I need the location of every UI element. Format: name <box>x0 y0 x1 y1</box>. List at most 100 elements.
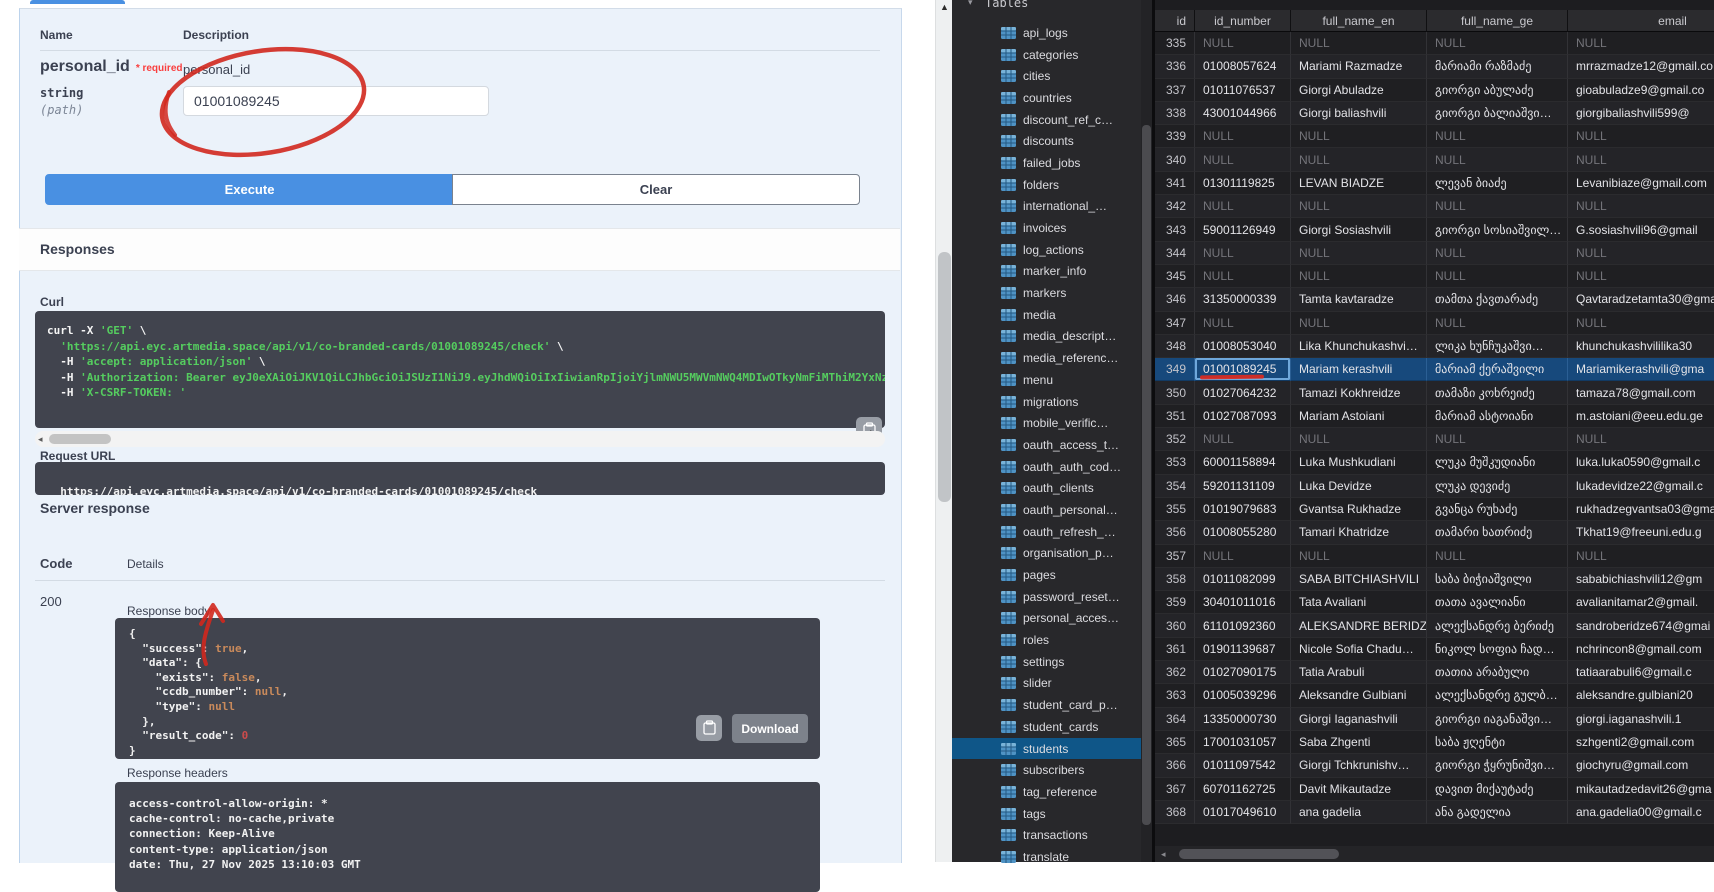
sidebar-table-categories[interactable]: categories <box>952 44 1141 66</box>
grid-cell[interactable]: 348 <box>1155 335 1195 358</box>
sidebar-table-discount_ref_c[interactable]: discount_ref_c… <box>952 109 1141 131</box>
grid-cell[interactable]: 356 <box>1155 521 1195 544</box>
table-row[interactable]: 33843001044966Giorgi baliashviliგიორგი ბ… <box>1155 102 1714 125</box>
sidebar-table-personal_acces[interactable]: personal_acces… <box>952 608 1141 630</box>
grid-cell[interactable]: ლუკა დევიძე <box>1427 475 1568 498</box>
column-header-full_name_en[interactable]: full_name_en <box>1291 10 1427 32</box>
personal-id-input[interactable] <box>183 86 489 116</box>
sidebar-table-translate[interactable]: translate <box>952 846 1141 868</box>
grid-cell[interactable]: საბა ბიჭიაშვილი <box>1427 568 1568 591</box>
sidebar-table-transactions[interactable]: transactions <box>952 824 1141 846</box>
grid-cell[interactable]: Lika Khunchukashvi… <box>1291 335 1427 358</box>
grid-cell[interactable]: 01027064232 <box>1195 381 1291 404</box>
grid-cell[interactable]: mikautadzedavit26@gma <box>1568 778 1714 801</box>
sidebar-table-marker_info[interactable]: marker_info <box>952 261 1141 283</box>
grid-cell[interactable]: 61101092360 <box>1195 614 1291 637</box>
grid-cell[interactable]: 17001031057 <box>1195 731 1291 754</box>
grid-cell[interactable]: მარიამ ასტოიანი <box>1427 405 1568 428</box>
grid-cell[interactable]: ლევან ბიაძე <box>1427 172 1568 195</box>
grid-cell[interactable]: NULL <box>1291 32 1427 55</box>
grid-cell[interactable]: Tkhat19@freeuni.edu.g <box>1568 521 1714 544</box>
table-row[interactable]: 35601008055280Tamari Khatridzeთამარი ხათ… <box>1155 521 1714 544</box>
grid-cell[interactable]: 365 <box>1155 731 1195 754</box>
scroll-left-icon[interactable]: ◂ <box>1161 849 1166 860</box>
grid-cell[interactable]: გიორგი იაგანაშვი… <box>1427 708 1568 731</box>
grid-cell[interactable]: NULL <box>1195 428 1291 451</box>
sidebar-table-oauth_personal[interactable]: oauth_personal… <box>952 499 1141 521</box>
grid-cell[interactable]: მარიამ ქერაშვილი <box>1427 358 1568 381</box>
grid-cell[interactable]: nchrincon8@gmail.com <box>1568 638 1714 661</box>
grid-cell[interactable]: 347 <box>1155 312 1195 335</box>
grid-cell[interactable]: luka.luka0590@gmail.c <box>1568 451 1714 474</box>
table-row[interactable]: 35930401011016Tata Avalianiთათა ავალიანი… <box>1155 591 1714 614</box>
grid-cell[interactable]: 363 <box>1155 684 1195 707</box>
sidebar-table-student_card_p[interactable]: student_card_p… <box>952 694 1141 716</box>
table-row[interactable]: 35001027064232Tamazi Kokhreidzeთამაზი კო… <box>1155 381 1714 404</box>
grid-cell[interactable]: 367 <box>1155 778 1195 801</box>
grid-cell[interactable]: 60701162725 <box>1195 778 1291 801</box>
table-row[interactable]: 36413350000730Giorgi Iaganashviliგიორგი … <box>1155 708 1714 731</box>
column-header-id[interactable]: id <box>1155 10 1195 32</box>
sidebar-table-tags[interactable]: tags <box>952 803 1141 825</box>
grid-cell[interactable]: NULL <box>1195 195 1291 218</box>
grid-cell[interactable]: 344 <box>1155 242 1195 265</box>
grid-cell[interactable]: 01301119825 <box>1195 172 1291 195</box>
grid-cell[interactable]: NULL <box>1427 312 1568 335</box>
grid-cell[interactable]: Giorgi baliashvili <box>1291 102 1427 125</box>
scroll-left-icon[interactable]: ◂ <box>38 434 43 444</box>
grid-cell[interactable]: ანა გადელია <box>1427 801 1568 824</box>
grid-cell[interactable]: NULL <box>1195 265 1291 288</box>
tree-collapse-icon[interactable]: ▾ <box>968 0 973 8</box>
grid-cell[interactable]: NULL <box>1427 545 1568 568</box>
grid-cell[interactable]: 336 <box>1155 55 1195 78</box>
grid-cell[interactable]: NULL <box>1427 125 1568 148</box>
grid-cell[interactable]: 01011097542 <box>1195 754 1291 777</box>
grid-cell[interactable]: Saba Zhgenti <box>1291 731 1427 754</box>
grid-cell[interactable]: G.sosiashvili96@gmail <box>1568 218 1714 241</box>
grid-cell[interactable]: Giorgi Iaganashvili <box>1291 708 1427 731</box>
sidebar-table-oauth_access_t[interactable]: oauth_access_t… <box>952 434 1141 456</box>
grid-cell[interactable]: NULL <box>1568 265 1714 288</box>
table-row[interactable]: 34801008053040Lika Khunchukashvi…ლიკა ხუ… <box>1155 335 1714 358</box>
grid-cell[interactable]: 366 <box>1155 754 1195 777</box>
table-row[interactable]: 35501019079683Gvantsa Rukhadzeგვანცა რუხ… <box>1155 498 1714 521</box>
grid-cell[interactable]: NULL <box>1568 312 1714 335</box>
grid-cell[interactable]: ლუკა მუშკუდიანი <box>1427 451 1568 474</box>
scrollbar-thumb[interactable] <box>1179 849 1339 859</box>
table-row[interactable]: 35101027087093Mariam Astoianiმარიამ ასტო… <box>1155 405 1714 428</box>
grid-cell[interactable]: თათა ავალიანი <box>1427 591 1568 614</box>
sidebar-table-subscribers[interactable]: subscribers <box>952 759 1141 781</box>
grid-cell[interactable]: NULL <box>1427 195 1568 218</box>
grid-cell[interactable]: 361 <box>1155 638 1195 661</box>
grid-cell[interactable]: 59201131109 <box>1195 475 1291 498</box>
grid-cell[interactable]: 01008057624 <box>1195 55 1291 78</box>
grid-cell[interactable]: 339 <box>1155 125 1195 148</box>
grid-cell[interactable]: Davit Mikautadze <box>1291 778 1427 801</box>
table-row[interactable]: 35801011082099SABA BITCHIASHVILIსაბა ბიჭ… <box>1155 568 1714 591</box>
sidebar-table-invoices[interactable]: invoices <box>952 217 1141 239</box>
sidebar-table-markers[interactable]: markers <box>952 282 1141 304</box>
grid-cell[interactable]: Gvantsa Rukhadze <box>1291 498 1427 521</box>
sidebar-table-media_referenc[interactable]: media_referenc… <box>952 347 1141 369</box>
grid-cell[interactable]: Luka Mushkudiani <box>1291 451 1427 474</box>
grid-cell[interactable]: NULL <box>1427 265 1568 288</box>
grid-cell[interactable]: khunchukashvililika30 <box>1568 335 1714 358</box>
grid-cell[interactable]: NULL <box>1195 242 1291 265</box>
table-row[interactable]: 34631350000339Tamta kavtaradzeთამთა ქავთ… <box>1155 288 1714 311</box>
table-row[interactable]: 342NULLNULLNULLNULL <box>1155 195 1714 218</box>
grid-cell[interactable]: 355 <box>1155 498 1195 521</box>
grid-cell[interactable]: 01017049610 <box>1195 801 1291 824</box>
grid-cell[interactable]: LEVAN BIADZE <box>1291 172 1427 195</box>
grid-cell[interactable]: საბა ჟღენტი <box>1427 731 1568 754</box>
sidebar-table-slider[interactable]: slider <box>952 673 1141 695</box>
table-row[interactable]: 34359001126949Giorgi Sosiashviliგიორგი ს… <box>1155 218 1714 241</box>
grid-cell[interactable]: NULL <box>1291 428 1427 451</box>
grid-cell[interactable]: ალექსანდრე ბერიძე <box>1427 614 1568 637</box>
sidebar-table-migrations[interactable]: migrations <box>952 391 1141 413</box>
grid-cell[interactable]: Tatia Arabuli <box>1291 661 1427 684</box>
sidebar-table-students[interactable]: students <box>952 738 1141 760</box>
grid-cell[interactable]: თათია არაბული <box>1427 661 1568 684</box>
copy-response-button[interactable] <box>696 715 722 741</box>
table-row[interactable]: 345NULLNULLNULLNULL <box>1155 265 1714 288</box>
grid-cell[interactable]: ana gadelia <box>1291 801 1427 824</box>
